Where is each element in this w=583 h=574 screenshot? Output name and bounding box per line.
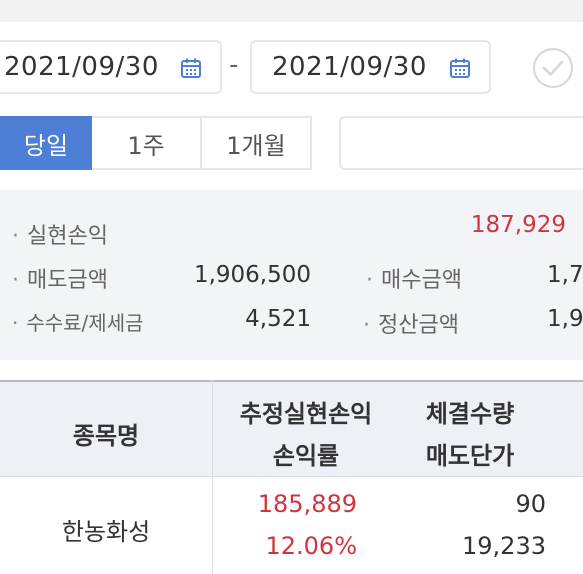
column-header-name: 종목명 bbox=[72, 422, 140, 450]
extra-input-field[interactable] bbox=[339, 116, 583, 170]
top-bar bbox=[0, 0, 583, 22]
realized-pl-value: 187,929 bbox=[470, 212, 566, 238]
stock-name: 한농화성 bbox=[61, 518, 151, 546]
column-header-est-pl: 추정실현손익 bbox=[239, 400, 373, 428]
date-separator: - bbox=[229, 50, 239, 80]
column-header-pl-rate: 손익률 bbox=[272, 442, 340, 470]
end-date-field[interactable]: 2021/09/30 bbox=[250, 40, 491, 94]
exec-qty-value: 90 bbox=[515, 490, 546, 518]
sell-price-value: 19,233 bbox=[462, 532, 546, 560]
pl-rate-value: 12.06% bbox=[265, 532, 357, 560]
tab-today[interactable]: 당일 bbox=[0, 116, 92, 170]
column-header-sell-price: 매도단가 bbox=[425, 442, 515, 470]
start-date-field[interactable]: 2021/09/30 bbox=[0, 40, 222, 94]
buy-amount-value: 1,7 bbox=[547, 262, 583, 288]
start-date-value: 2021/09/30 bbox=[4, 52, 159, 82]
sell-amount-label: · 매도금액 bbox=[12, 268, 108, 293]
calendar-icon[interactable] bbox=[449, 57, 471, 79]
tab-1-week[interactable]: 1주 bbox=[92, 116, 202, 170]
settlement-value: 1,9 bbox=[547, 306, 583, 332]
settlement-label: · 정산금액 bbox=[363, 313, 459, 338]
column-header-exec-qty: 체결수량 bbox=[425, 400, 515, 428]
buy-amount-label: · 매수금액 bbox=[366, 268, 462, 293]
calendar-icon[interactable] bbox=[180, 57, 202, 79]
header-divider bbox=[0, 476, 583, 477]
est-pl-value: 185,889 bbox=[257, 490, 357, 518]
realized-pl-label: · 실현손익 bbox=[12, 224, 108, 249]
sell-amount-value: 1,906,500 bbox=[193, 262, 311, 288]
end-date-value: 2021/09/30 bbox=[272, 52, 427, 82]
fee-tax-value: 4,521 bbox=[245, 306, 311, 332]
tab-1-month[interactable]: 1개월 bbox=[200, 116, 312, 170]
column-divider bbox=[212, 380, 213, 574]
fee-tax-label: · 수수료/제세금 bbox=[12, 311, 144, 335]
check-circle-icon[interactable] bbox=[531, 46, 575, 90]
table-header: 종목명 추정실현손익 손익률 체결수량 매도단가 bbox=[0, 380, 583, 476]
summary-panel: · 실현손익 187,929 · 매도금액 1,906,500 · 매수금액 1,7 … bbox=[0, 190, 583, 360]
